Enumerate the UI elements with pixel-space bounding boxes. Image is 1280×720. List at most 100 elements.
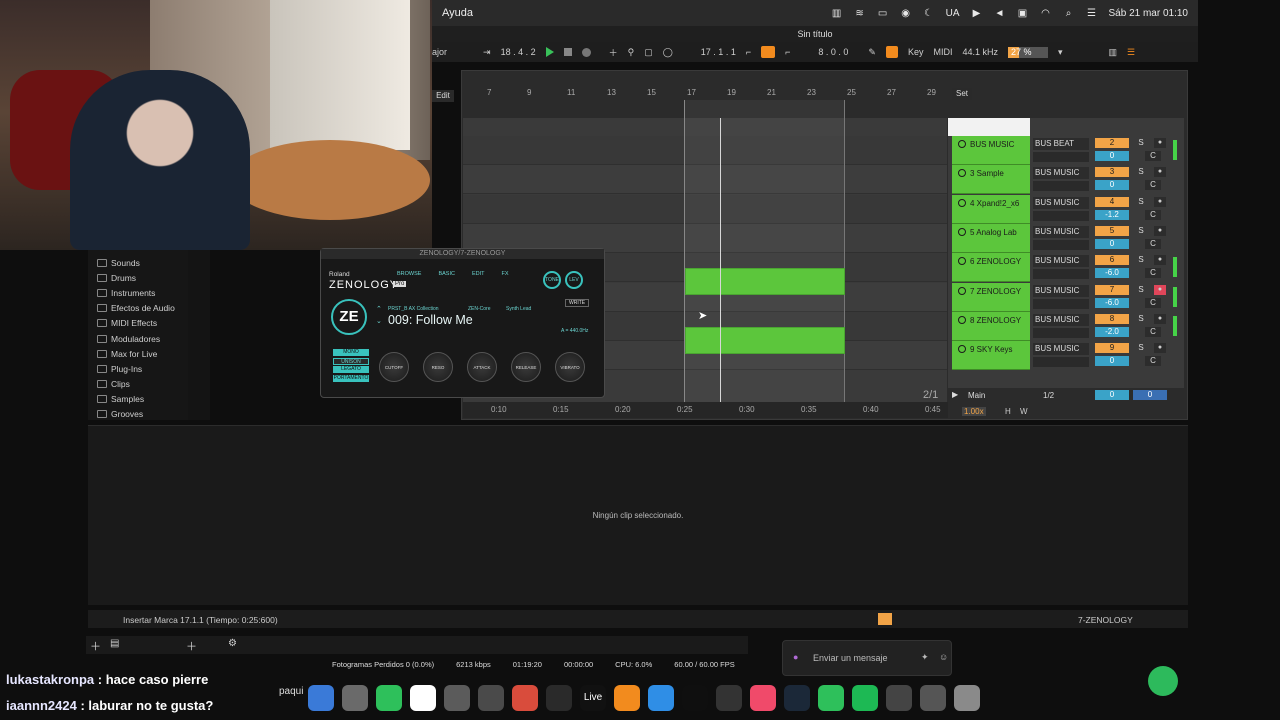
tab-fx[interactable]: FX [502, 271, 509, 277]
menubar-clock[interactable]: Sáb 21 mar 01:10 [1109, 8, 1189, 19]
fold-icon[interactable] [958, 169, 966, 178]
track-header[interactable]: 8 ZENOLOGY [952, 311, 1030, 341]
browser-item[interactable]: Moduladores [88, 331, 188, 346]
browser-item[interactable]: Drums [88, 270, 188, 285]
arm-button[interactable]: ● [1154, 284, 1166, 295]
release-knob[interactable]: RELEASE [511, 352, 541, 382]
arm-button[interactable]: ● [1154, 167, 1166, 178]
track-pan[interactable]: C [1145, 268, 1161, 279]
input-indicator[interactable]: UA [946, 8, 960, 19]
track-header[interactable]: 3 Sample [952, 165, 1030, 195]
playhead[interactable] [720, 118, 721, 402]
discord-message-box[interactable]: ● Enviar un mensaje ✦ ☺ [782, 640, 952, 676]
output-channel[interactable] [1033, 269, 1089, 280]
vibrato-knob[interactable]: VIBRATO [555, 352, 585, 382]
track-header[interactable]: 5 Analog Lab [952, 223, 1030, 253]
wifi-icon[interactable]: ◠ [1040, 8, 1052, 19]
track-pan[interactable]: C [1145, 297, 1161, 308]
midi-clip-6[interactable] [685, 268, 845, 295]
output-channel[interactable] [1033, 152, 1089, 162]
loop-length[interactable]: 8 . 0 . 0 [818, 47, 848, 57]
track-volume[interactable]: -6.0 [1095, 268, 1129, 279]
preset-name[interactable]: 009: Follow Me [388, 313, 473, 327]
add-icon[interactable]: ＋ [609, 46, 618, 59]
overview-icon[interactable]: ▥ [1109, 47, 1118, 58]
browser-item[interactable]: Instruments [88, 285, 188, 300]
chrome-icon[interactable] [512, 685, 538, 711]
track-header[interactable]: BUS MUSIC [952, 136, 1030, 165]
track-volume[interactable]: -6.0 [1095, 297, 1129, 308]
h-button[interactable]: H [1005, 407, 1011, 416]
w-button[interactable]: W [1020, 407, 1028, 416]
tab-basic[interactable]: BASIC [438, 271, 455, 277]
record-button[interactable] [581, 47, 591, 57]
cutoff-knob[interactable]: CUTOFF [379, 352, 409, 382]
spotify-icon[interactable] [852, 685, 878, 711]
photo-icon[interactable] [920, 685, 946, 711]
key-map-label[interactable]: Key [908, 47, 924, 57]
keyboard-map-button[interactable] [885, 46, 898, 58]
fold-icon[interactable] [958, 198, 966, 207]
track-volume[interactable]: -1.2 [1095, 209, 1129, 220]
main-routing[interactable]: 1/2 [1043, 391, 1054, 400]
whatsapp-icon[interactable] [376, 685, 402, 711]
output-channel[interactable] [1033, 181, 1089, 192]
tab-browse[interactable]: BROWSE [397, 271, 421, 277]
preset-up-icon[interactable]: ⌃ [376, 305, 382, 313]
facetime-icon[interactable] [818, 685, 844, 711]
output-routing[interactable]: BUS MUSIC [1033, 284, 1089, 297]
track-pan[interactable]: C [1145, 180, 1161, 191]
loop-region[interactable] [684, 100, 845, 402]
browser-item[interactable]: Max for Live [88, 346, 188, 361]
browser-item[interactable]: Samples [88, 392, 188, 407]
reso-knob[interactable]: RESO [423, 352, 453, 382]
punch-in-icon[interactable]: ⌐ [746, 47, 751, 57]
output-channel[interactable] [1033, 357, 1089, 368]
loop-switch-button[interactable] [761, 46, 776, 58]
search-icon[interactable]: ⌕ [1063, 8, 1075, 19]
mode-mono[interactable]: MONO [333, 349, 369, 356]
track-volume[interactable]: 0 [1095, 238, 1129, 249]
browser-item[interactable]: Clips [88, 377, 188, 392]
output-channel[interactable] [1033, 327, 1089, 338]
settings-icon[interactable]: ⚙ [228, 638, 237, 649]
live-icon[interactable]: Live [580, 685, 606, 711]
track-pan[interactable]: C [1145, 151, 1161, 161]
capcut-icon[interactable] [410, 685, 436, 711]
beat-ruler[interactable]: 7 9 11 13 15 17 19 21 23 25 27 29 [463, 88, 943, 100]
steam-icon[interactable] [784, 685, 810, 711]
song-position[interactable]: 18 . 4 . 2 [501, 47, 536, 57]
solo-button[interactable]: S [1133, 284, 1149, 295]
punch-out-icon[interactable]: ⌐ [785, 47, 790, 57]
arm-button[interactable]: ● [1154, 343, 1166, 354]
plugin-titlebar[interactable]: ZENOLOGY/7-ZENOLOGY [321, 249, 604, 259]
arm-button[interactable]: ● [1154, 196, 1166, 207]
fl-studio-icon[interactable] [614, 685, 640, 711]
output-routing[interactable]: BUS MUSIC [1033, 343, 1089, 356]
output-routing[interactable]: BUS MUSIC [1033, 313, 1089, 326]
main-track-row[interactable]: ▶ Main 1/2 0 0 [948, 389, 1184, 402]
track-volume[interactable]: 0 [1095, 180, 1129, 191]
edit-button[interactable]: Edit [432, 90, 454, 102]
punch-icon[interactable]: ▢ [644, 47, 653, 58]
add-source-icon[interactable]: ＋ [90, 638, 101, 654]
play-button[interactable] [545, 47, 554, 57]
main-play-icon[interactable]: ▶ [952, 390, 958, 399]
time-ruler[interactable]: 0:10 0:15 0:20 0:25 0:30 0:35 0:40 0:45 [463, 402, 948, 418]
track-activator[interactable]: 2 [1095, 138, 1129, 148]
solo-button[interactable]: S [1133, 343, 1149, 354]
waveform-icon[interactable]: ▥ [831, 8, 843, 19]
arm-button[interactable]: ● [1154, 225, 1166, 236]
fold-icon[interactable] [958, 140, 966, 148]
browser-item[interactable]: MIDI Effects [88, 316, 188, 331]
track-header[interactable]: 4 Xpand!2_x6 [952, 194, 1030, 224]
track-pan[interactable]: C [1145, 238, 1161, 249]
trash-icon[interactable] [954, 685, 980, 711]
output-routing[interactable]: BUS MUSIC [1033, 255, 1089, 268]
main-volume[interactable]: 0 [1095, 390, 1129, 400]
remove-source-icon[interactable]: ▤ [110, 638, 119, 649]
output-routing[interactable]: BUS MUSIC [1033, 167, 1089, 180]
draw-mode-icon[interactable]: ✎ [868, 47, 876, 58]
menu-icon[interactable]: ☰ [1127, 47, 1135, 58]
loop-start[interactable]: 17 . 1 . 1 [701, 47, 736, 57]
